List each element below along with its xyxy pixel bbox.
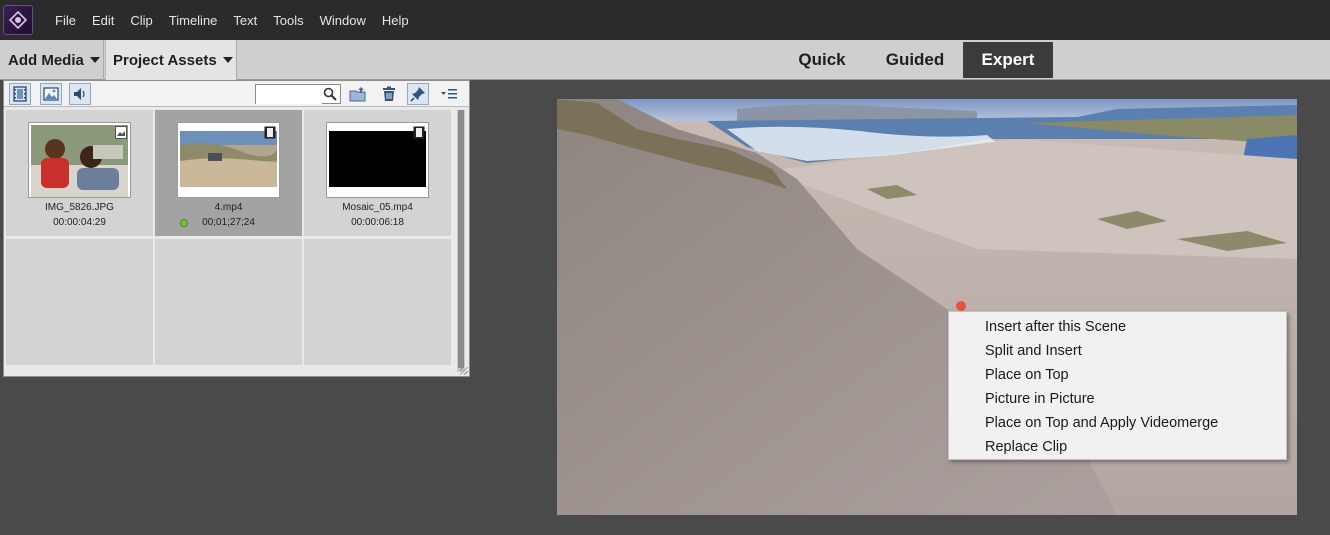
project-assets-button[interactable]: Project Assets (105, 40, 237, 80)
chevron-down-icon (222, 57, 233, 63)
pin-panel-button[interactable] (407, 83, 429, 105)
tab-quick[interactable]: Quick (782, 42, 862, 78)
menu-window[interactable]: Window (312, 13, 374, 28)
asset-item-selected[interactable]: 4.mp4 00;01;27;24 (155, 110, 302, 236)
workspace-bar: Add Media Project Assets Quick Guided Ex… (0, 40, 1330, 80)
project-assets-panel: IMG_5826.JPG 00:00:04:29 4.mp4 00;01;27;… (3, 80, 470, 377)
asset-thumbnail (28, 122, 131, 198)
menu-place-on-top-videomerge[interactable]: Place on Top and Apply Videomerge (949, 411, 1286, 435)
folder-up-icon (349, 87, 366, 102)
menu-edit[interactable]: Edit (84, 13, 122, 28)
pin-icon (410, 87, 425, 102)
scrollbar-thumb[interactable] (458, 110, 464, 368)
menu-place-on-top[interactable]: Place on Top (949, 363, 1286, 387)
tab-expert[interactable]: Expert (963, 42, 1053, 78)
film-icon (413, 126, 425, 139)
menu-insert-after-scene[interactable]: Insert after this Scene (949, 315, 1286, 339)
asset-item[interactable]: Mosaic_05.mp4 00:00:06:18 (304, 110, 451, 236)
assets-grid: IMG_5826.JPG 00:00:04:29 4.mp4 00;01;27;… (6, 110, 456, 370)
asset-thumbnail-image (31, 125, 128, 197)
asset-item[interactable]: IMG_5826.JPG 00:00:04:29 (6, 110, 153, 236)
add-media-button[interactable]: Add Media (0, 40, 104, 80)
film-icon (264, 126, 276, 139)
show-video-toggle[interactable] (9, 83, 31, 105)
add-media-label: Add Media (8, 51, 84, 69)
asset-duration: 00:00:06:18 (351, 217, 404, 228)
context-menu: Insert after this Scene Split and Insert… (948, 311, 1287, 460)
empty-asset-slot (155, 239, 302, 365)
menu-timeline[interactable]: Timeline (161, 13, 226, 28)
menu-text[interactable]: Text (225, 13, 265, 28)
asset-name: IMG_5826.JPG (45, 202, 114, 213)
asset-duration: 00;01;27;24 (202, 217, 255, 228)
speaker-icon (74, 88, 85, 100)
delete-button[interactable] (378, 84, 400, 104)
trash-icon (383, 86, 395, 101)
new-folder-button[interactable] (347, 84, 369, 104)
empty-asset-slot (304, 239, 451, 365)
project-assets-label: Project Assets (113, 51, 217, 69)
asset-thumbnail-image (329, 131, 426, 187)
menu-bar: File Edit Clip Timeline Text Tools Windo… (0, 0, 1330, 40)
film-icon (13, 86, 27, 102)
chevron-down-icon (89, 57, 100, 63)
menu-clip[interactable]: Clip (122, 13, 160, 28)
empty-asset-slot (6, 239, 153, 365)
asset-name: 4.mp4 (214, 202, 243, 213)
show-images-toggle[interactable] (40, 83, 62, 105)
assets-toolbar (4, 81, 469, 107)
asset-name: Mosaic_05.mp4 (342, 202, 413, 213)
tab-guided[interactable]: Guided (874, 42, 956, 78)
asset-duration: 00:00:04:29 (53, 217, 106, 228)
menu-tools[interactable]: Tools (265, 13, 311, 28)
menu-help[interactable]: Help (374, 13, 417, 28)
panel-menu-button[interactable] (438, 84, 460, 104)
search-field[interactable] (255, 84, 341, 104)
image-icon (43, 87, 59, 101)
search-input[interactable] (256, 86, 322, 104)
asset-thumbnail (177, 122, 280, 198)
app-logo-icon[interactable] (3, 5, 33, 35)
show-audio-toggle[interactable] (69, 83, 91, 105)
assets-scrollbar[interactable] (457, 110, 465, 372)
menu-split-and-insert[interactable]: Split and Insert (949, 339, 1286, 363)
panel-menu-icon (441, 89, 457, 99)
search-icon[interactable] (323, 87, 337, 101)
asset-thumbnail (326, 122, 429, 198)
resize-grip-icon[interactable] (460, 367, 468, 375)
asset-thumbnail-image (180, 131, 277, 187)
photo-icon (115, 126, 127, 139)
menu-replace-clip[interactable]: Replace Clip (949, 435, 1286, 459)
menu-file[interactable]: File (47, 13, 84, 28)
menu-picture-in-picture[interactable]: Picture in Picture (949, 387, 1286, 411)
